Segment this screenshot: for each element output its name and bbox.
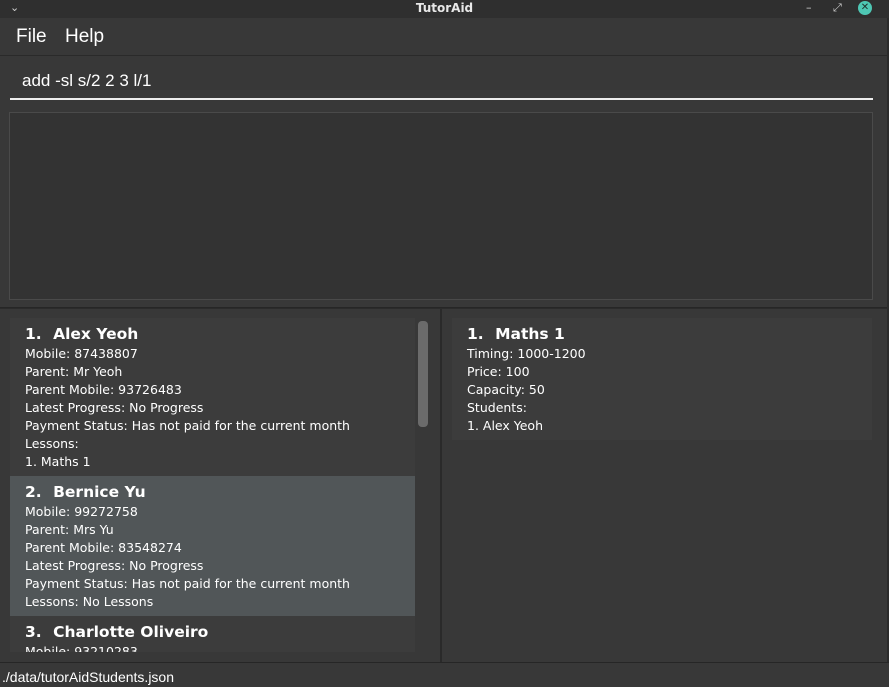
- student-name: 3. Charlotte Oliveiro: [25, 622, 400, 642]
- student-name-text: Charlotte Oliveiro: [53, 623, 209, 641]
- student-index: 1.: [25, 325, 42, 343]
- student-progress: Latest Progress: No Progress: [25, 558, 204, 573]
- student-card[interactable]: 3. Charlotte Oliveiro Mobile: 93210283: [10, 616, 415, 652]
- student-name: 2. Bernice Yu: [25, 482, 400, 502]
- minimize-icon[interactable]: –: [806, 2, 812, 14]
- save-location: ./data/tutorAidStudents.json: [2, 669, 174, 685]
- title-bar: ⌄ TutorAid – ⤢ ✕: [0, 0, 889, 18]
- student-progress: Latest Progress: No Progress: [25, 400, 204, 415]
- lesson-student-item: 1. Alex Yeoh: [467, 418, 544, 433]
- menu-bar: File Help: [0, 18, 887, 56]
- student-mobile: Mobile: 93210283: [25, 644, 138, 652]
- student-lessons-label: Lessons:: [25, 436, 79, 451]
- student-mobile: Mobile: 99272758: [25, 504, 138, 519]
- lesson-card[interactable]: 1. Maths 1 Timing: 1000-1200 Price: 100 …: [452, 318, 872, 440]
- status-bar: ./data/tutorAidStudents.json: [0, 662, 889, 687]
- lesson-timing: Timing: 1000-1200: [467, 346, 586, 361]
- student-index: 2.: [25, 483, 42, 501]
- lesson-price: Price: 100: [467, 364, 530, 379]
- student-parent-mobile: Parent Mobile: 93726483: [25, 382, 182, 397]
- maximize-icon[interactable]: ⤢: [833, 2, 842, 14]
- menu-help[interactable]: Help: [65, 26, 104, 48]
- close-icon[interactable]: ✕: [858, 1, 872, 15]
- student-parent: Parent: Mr Yeoh: [25, 364, 123, 379]
- lesson-index: 1.: [467, 325, 484, 343]
- window-title: TutorAid: [415, 1, 474, 15]
- lesson-name-text: Maths 1: [495, 325, 565, 343]
- student-card-selected[interactable]: 2. Bernice Yu Mobile: 99272758 Parent: M…: [10, 476, 415, 616]
- student-payment: Payment Status: Has not paid for the cur…: [25, 576, 350, 591]
- student-name-text: Alex Yeoh: [53, 325, 139, 343]
- student-parent: Parent: Mrs Yu: [25, 522, 114, 537]
- lesson-name: 1. Maths 1: [467, 324, 857, 344]
- student-parent-mobile: Parent Mobile: 83548274: [25, 540, 182, 555]
- student-card[interactable]: 1. Alex Yeoh Mobile: 87438807 Parent: Mr…: [10, 318, 415, 476]
- student-list[interactable]: 1. Alex Yeoh Mobile: 87438807 Parent: Mr…: [10, 318, 415, 652]
- lesson-capacity: Capacity: 50: [467, 382, 545, 397]
- student-mobile: Mobile: 87438807: [25, 346, 138, 361]
- student-list-scrollbar[interactable]: [418, 321, 428, 427]
- student-index: 3.: [25, 623, 42, 641]
- student-lesson-item: 1. Maths 1: [25, 454, 91, 469]
- panel-divider[interactable]: [440, 309, 442, 662]
- result-display: [9, 112, 873, 300]
- student-name-text: Bernice Yu: [53, 483, 146, 501]
- student-name: 1. Alex Yeoh: [25, 324, 400, 344]
- student-lessons: Lessons: No Lessons: [25, 594, 154, 609]
- command-input[interactable]: [10, 64, 873, 100]
- lesson-students-label: Students:: [467, 400, 527, 415]
- student-payment: Payment Status: Has not paid for the cur…: [25, 418, 350, 433]
- menu-file[interactable]: File: [16, 26, 47, 48]
